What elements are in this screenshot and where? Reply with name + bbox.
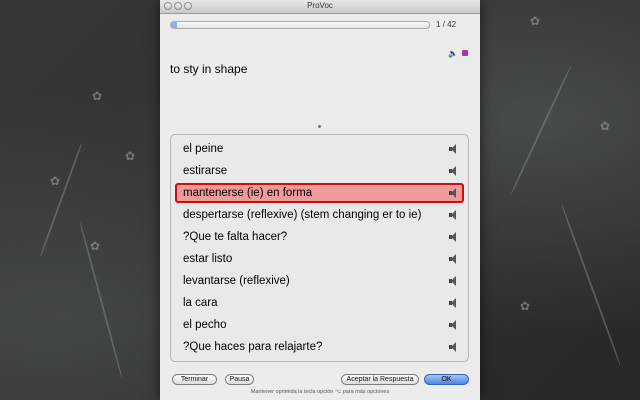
speaker-icon[interactable] (448, 144, 458, 154)
ok-button[interactable]: OK (424, 374, 469, 385)
answer-label: despertarse (reflexive) (stem changing e… (183, 209, 422, 221)
answer-row[interactable]: el pecho (175, 315, 464, 335)
answer-row[interactable]: el peine (175, 139, 464, 159)
decorative-branch (79, 222, 123, 378)
pause-button[interactable]: Pausa (225, 374, 254, 385)
answer-label: mantenerse (ie) en forma (183, 187, 313, 199)
decorative-flower: ✿ (50, 174, 61, 188)
answer-row[interactable]: ?Que haces para relajarte? (175, 337, 464, 357)
window-title: ProVoc (307, 1, 333, 10)
speaker-icon[interactable] (448, 232, 458, 242)
speaker-icon[interactable]: 🔈 (448, 49, 458, 58)
answer-list[interactable]: el peine estirarse mantenerse (ie) en form… (170, 134, 469, 362)
speaker-icon[interactable] (448, 298, 458, 308)
speaker-icon[interactable] (448, 166, 458, 176)
decorative-flower: ✿ (600, 119, 611, 133)
answer-label: levantarse (reflexive) (183, 275, 290, 287)
speaker-icon[interactable] (448, 276, 458, 286)
answer-row[interactable]: estar listo (175, 249, 464, 269)
decorative-branch (39, 143, 83, 257)
answer-label: ?Que haces para relajarte? (183, 341, 323, 353)
speaker-icon[interactable] (448, 254, 458, 264)
answer-row[interactable]: despertarse (reflexive) (stem changing e… (175, 205, 464, 225)
title-bar[interactable]: ProVoc (160, 0, 480, 14)
progress-fill (171, 22, 178, 28)
decorative-branch (560, 204, 622, 366)
accept-answer-button[interactable]: Aceptar la Respuesta (341, 374, 419, 385)
decorative-branch (510, 66, 572, 194)
split-view-handle[interactable] (318, 125, 321, 128)
answer-label: el peine (183, 143, 224, 155)
answer-label: el pecho (183, 319, 227, 331)
answer-row[interactable]: levantarse (reflexive) (175, 271, 464, 291)
footer-hint: Mantener oprimida la tecla opción ⌥ para… (250, 389, 390, 395)
decorative-flower: ✿ (520, 299, 531, 313)
decorative-flower: ✿ (530, 14, 541, 28)
question-prompt: to sty in shape (170, 62, 248, 76)
speaker-icon[interactable] (448, 342, 458, 352)
progress-bar (170, 21, 430, 29)
answer-row[interactable]: estirarse (175, 161, 464, 181)
answer-label: estirarse (183, 165, 228, 177)
answer-row[interactable]: mantenerse (ie) en forma (175, 183, 464, 203)
answer-label: ?Que te falta hacer? (183, 231, 288, 243)
provoc-window: ProVoc 1 / 42 🔈 to sty in shape el peine… (160, 0, 480, 400)
speaker-icon[interactable] (448, 188, 458, 198)
answer-label: estar listo (183, 253, 233, 265)
decorative-flower: ✿ (92, 89, 103, 103)
speaker-icon[interactable] (448, 210, 458, 220)
answer-row[interactable]: la cara (175, 293, 464, 313)
answer-row[interactable]: ?Que te falta hacer? (175, 227, 464, 247)
decorative-flower: ✿ (90, 239, 101, 253)
question-counter: 1 / 42 (436, 20, 457, 29)
notes-icon[interactable] (462, 50, 468, 56)
terminate-button[interactable]: Terminar (172, 374, 217, 385)
speaker-icon[interactable] (448, 320, 458, 330)
answer-label: la cara (183, 297, 218, 309)
decorative-flower: ✿ (125, 149, 136, 163)
